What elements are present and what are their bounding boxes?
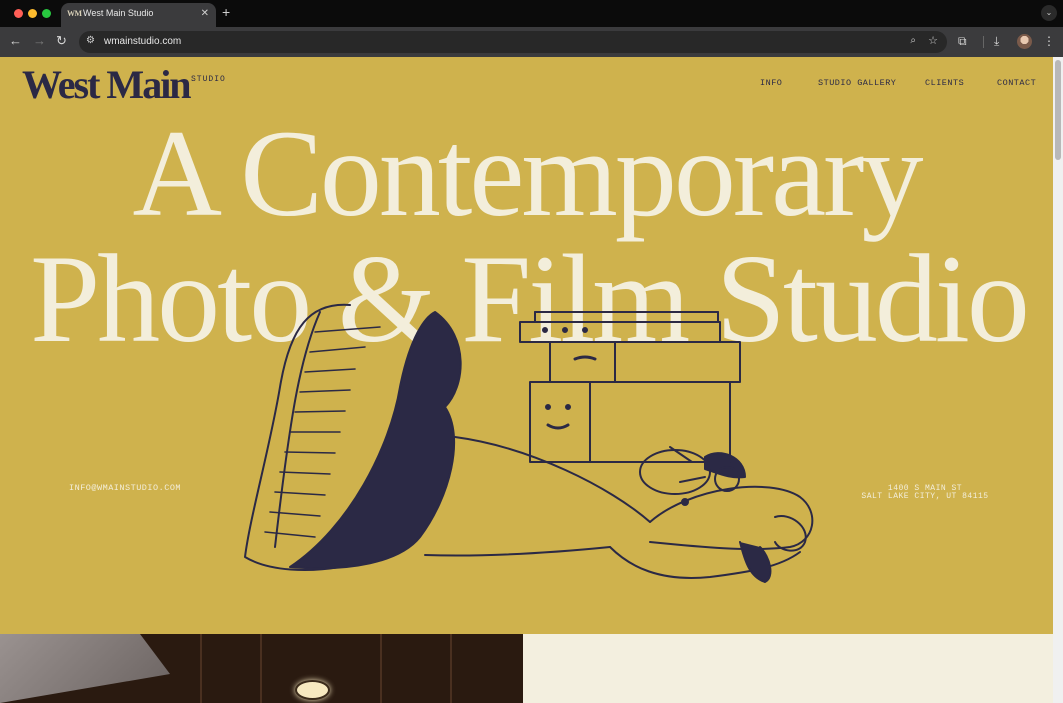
photo-beam [450,634,452,703]
logo-subtitle: STUDIO [191,75,226,84]
maximize-window-button[interactable] [42,9,51,18]
page-scrollbar[interactable] [1053,57,1063,703]
site-info-icon[interactable]: ⚙ [86,35,95,46]
nav-clients[interactable]: CLIENTS [925,78,964,88]
menu-icon[interactable]: ⋮ [1043,34,1055,48]
nav-contact[interactable]: CONTACT [997,78,1036,88]
close-icon[interactable]: ✕ [201,8,209,19]
browser-toolbar: ← → ↻ ⚙ wmainstudio.com ⌕ ☆ ⧉ ⤓ ⋮ [0,27,1063,57]
toolbar-divider [983,36,984,48]
back-arrow-icon[interactable]: ← [9,34,22,48]
cream-panel [523,634,1053,703]
reload-icon[interactable]: ↻ [56,34,67,48]
photo-wall [0,634,170,703]
pendant-lamp [295,680,330,700]
close-window-button[interactable] [14,9,23,18]
download-icon[interactable]: ⤓ [994,34,999,48]
tab-title: West Main Studio [83,8,154,18]
favicon-icon: WM [67,9,82,18]
address-line-2: SALT LAKE CITY, UT 84115 [861,492,989,501]
nav-info[interactable]: INFO [760,78,782,88]
photo-beam [260,634,262,703]
zoom-icon[interactable]: ⌕ [910,35,916,46]
star-icon[interactable]: ☆ [928,34,938,47]
photo-beam [200,634,202,703]
minimize-window-button[interactable] [28,9,37,18]
studio-address: 1400 S MAIN ST SALT LAKE CITY, UT 84115 [840,485,1010,501]
url-text[interactable]: wmainstudio.com [104,36,181,47]
chevron-down-icon[interactable]: ⌄ [1041,5,1057,21]
photo-beam [380,634,382,703]
browser-tab[interactable]: WM West Main Studio ✕ [61,3,216,27]
browser-tab-strip: WM West Main Studio ✕ + ⌄ [0,0,1063,27]
plus-icon[interactable]: + [222,5,230,19]
hero-illustration [244,303,814,583]
address-bar[interactable]: ⚙ wmainstudio.com ⌕ ☆ [79,31,947,53]
page-content: West Main STUDIO INFO STUDIO GALLERY CLI… [0,57,1053,703]
extensions-icon[interactable]: ⧉ [958,34,967,48]
contact-email-link[interactable]: INFO@WMAINSTUDIO.COM [69,483,181,493]
nav-studio-gallery[interactable]: STUDIO GALLERY [818,78,896,88]
avatar[interactable] [1017,34,1032,49]
hero-headline-line1: A Contemporary [132,105,924,242]
forward-arrow-icon[interactable]: → [33,34,46,48]
studio-photo [0,634,523,703]
site-logo[interactable]: West Main [22,61,192,108]
scrollbar-thumb[interactable] [1055,60,1061,160]
